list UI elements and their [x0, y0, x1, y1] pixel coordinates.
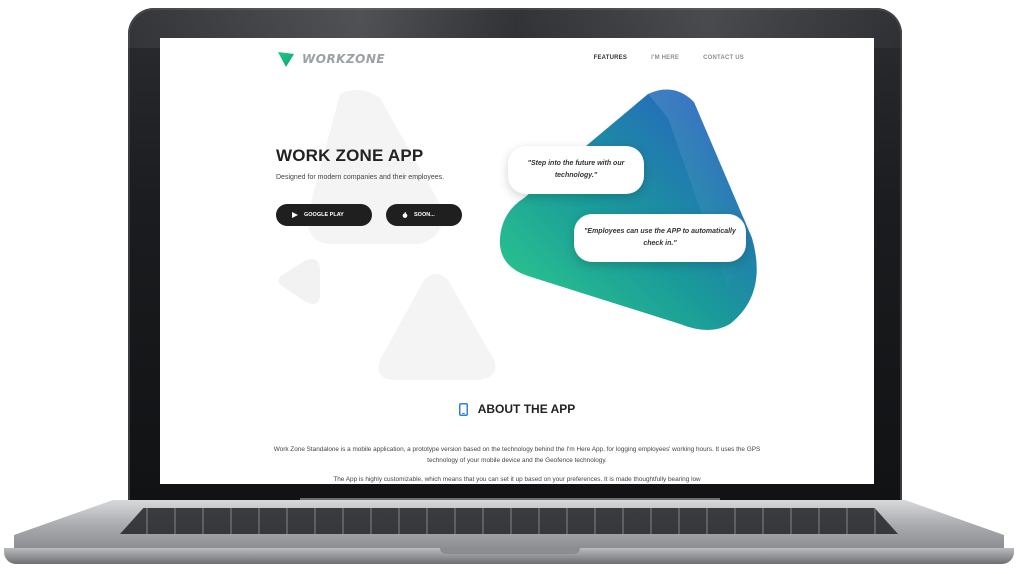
nav-link-im-here[interactable]: I'M HERE [651, 55, 679, 61]
laptop-keyboard [120, 508, 898, 534]
phone-icon [458, 402, 468, 416]
laptop-notch [440, 548, 580, 554]
quote-bubble-employees: "Employees can use the APP to automatica… [574, 214, 746, 262]
about-title: ABOUT THE APP [477, 402, 576, 416]
google-play-button[interactable]: GOOGLE PLAY [276, 204, 372, 226]
logo[interactable]: WORKZONE [276, 50, 385, 68]
soon-label: SOON... [414, 212, 435, 218]
about-paragraph-1: Work Zone Standalone is a mobile applica… [273, 446, 761, 464]
hero-subtitle: Designed for modern companies and their … [276, 174, 445, 181]
about-heading: ABOUT THE APP [160, 402, 874, 416]
soon-button[interactable]: SOON... [386, 204, 462, 226]
bg-triangle-medium-icon [378, 274, 496, 380]
nav-links: FEATURES I'M HERE CONTACT US [594, 55, 744, 61]
about-paragraph-2: The App is highly customizable, which me… [333, 476, 701, 483]
quote-bubble-future: "Step into the future with our technolog… [508, 146, 644, 194]
bg-triangle-large-icon [307, 89, 443, 244]
logo-text: WORKZONE [302, 52, 386, 66]
bg-triangle-small-icon [278, 259, 320, 304]
workzone-logo-icon [278, 52, 294, 67]
laptop-screen: WORKZONE FEATURES I'M HERE CONTACT US WO… [160, 38, 874, 484]
apple-icon [402, 212, 408, 218]
play-icon [292, 212, 298, 218]
nav-link-features[interactable]: FEATURES [594, 55, 628, 61]
hero-title: WORK ZONE APP [276, 146, 424, 165]
hero-gradient-triangle [499, 89, 757, 330]
top-nav: WORKZONE FEATURES I'M HERE CONTACT US [160, 38, 874, 80]
nav-link-contact-us[interactable]: CONTACT US [703, 55, 744, 61]
google-play-label: GOOGLE PLAY [304, 212, 344, 218]
